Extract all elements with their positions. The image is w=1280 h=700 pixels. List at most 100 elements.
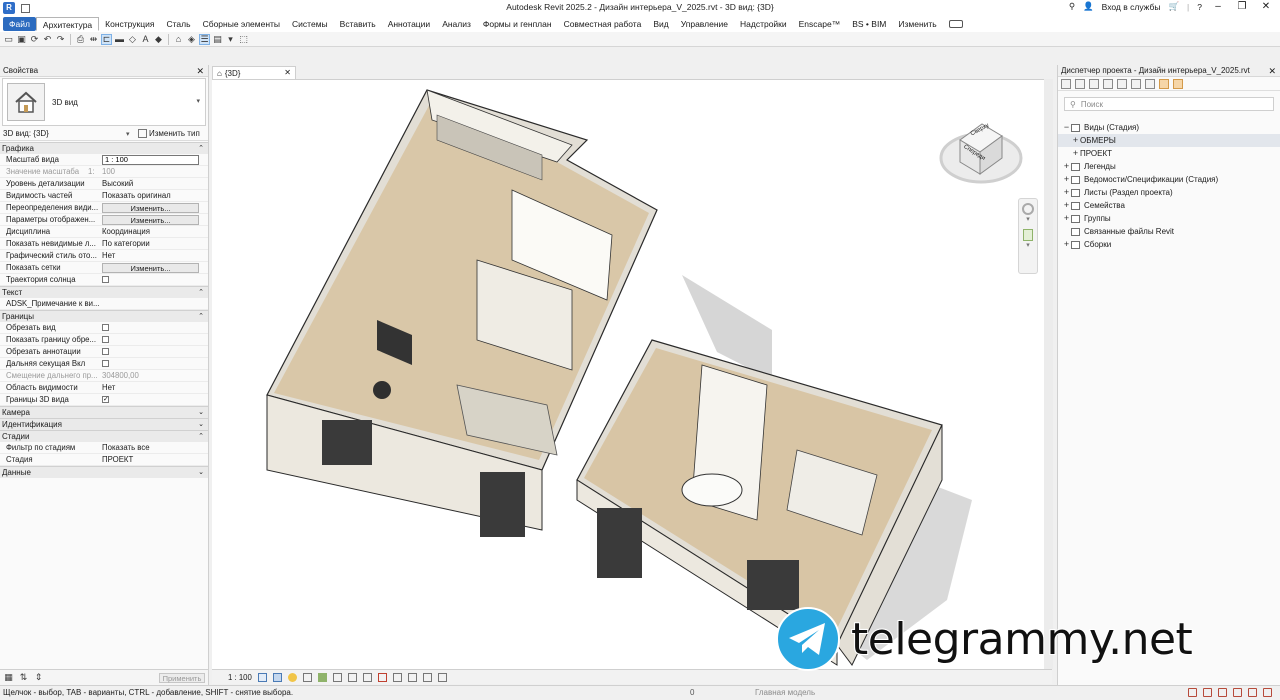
expand-toggle-icon[interactable]: + <box>1062 212 1071 225</box>
tree-node[interactable]: + Легенды <box>1058 160 1280 173</box>
help-button[interactable]: ? <box>1197 2 1202 12</box>
edit-button[interactable]: Изменить... <box>102 263 199 273</box>
ribbon-tab[interactable]: Изменить <box>892 17 942 31</box>
cart-icon[interactable]: 🛒 <box>1168 1 1179 12</box>
expand-toggle-icon[interactable]: + <box>1062 238 1071 251</box>
group-data[interactable]: Данные ⌄ <box>0 466 208 478</box>
ribbon-tab[interactable]: Вставить <box>334 17 382 31</box>
select-pinned-icon[interactable] <box>1218 688 1227 697</box>
viewcube[interactable]: Сверху Спереди <box>938 110 1024 190</box>
prop-value[interactable] <box>100 298 208 309</box>
crop-view-checkbox[interactable] <box>102 324 109 331</box>
group-extents[interactable]: Границы ⌃ <box>0 310 208 322</box>
links-icon[interactable] <box>1159 78 1169 89</box>
select-face-icon[interactable] <box>1233 688 1242 697</box>
prop-value[interactable]: Нет <box>100 250 208 261</box>
elevations-icon[interactable] <box>1131 78 1141 89</box>
undo-icon[interactable]: ↶ <box>42 34 53 45</box>
far-clip-checkbox[interactable] <box>102 360 109 367</box>
ribbon-tab[interactable]: Сталь <box>161 17 197 31</box>
sheets-icon[interactable] <box>1089 78 1099 89</box>
prop-value[interactable]: Нет <box>100 382 208 393</box>
group-text[interactable]: Текст ⌃ <box>0 286 208 298</box>
expand-toggle-icon[interactable]: + <box>1071 134 1080 147</box>
ribbon-menu-icon[interactable] <box>948 20 963 28</box>
minimize-button[interactable]: – <box>1210 1 1226 12</box>
sign-in-link[interactable]: Вход в службы <box>1102 2 1161 12</box>
section-box-icon[interactable]: ◈ <box>186 34 197 45</box>
chevron-down-icon[interactable]: ▾ <box>126 130 130 138</box>
group-graphics[interactable]: Графика ⌃ <box>0 142 208 154</box>
edit-button[interactable]: Изменить... <box>102 215 199 225</box>
filter-icon[interactable]: ▦ <box>3 672 14 683</box>
visual-style-icon[interactable] <box>272 672 282 682</box>
highlight-displacement-icon[interactable] <box>437 672 447 682</box>
edit-type-button[interactable]: Изменить тип <box>138 129 200 138</box>
expand-toggle-icon[interactable]: + <box>1062 173 1071 186</box>
maximize-button[interactable]: ❐ <box>1234 1 1250 12</box>
section-box-checkbox[interactable] <box>102 394 109 406</box>
expand-toggle-icon[interactable]: + <box>1062 186 1071 199</box>
ribbon-tab[interactable]: Сборные элементы <box>197 17 286 31</box>
ribbon-tab[interactable]: Управление <box>675 17 734 31</box>
view-tab-3d[interactable]: ⌂ {3D} ✕ <box>212 66 296 79</box>
tree-node[interactable]: + Ведомости/Спецификации (Стадия) <box>1058 173 1280 186</box>
dimension-icon[interactable]: ▬ <box>114 34 125 45</box>
chevron-down-icon[interactable]: ▾ <box>196 97 200 105</box>
drag-elements-icon[interactable] <box>1248 688 1257 697</box>
ribbon-tab[interactable]: BS • BIM <box>846 17 892 31</box>
ribbon-tab[interactable]: Системы <box>286 17 334 31</box>
families-icon[interactable] <box>1145 78 1155 89</box>
sections-icon[interactable] <box>1117 78 1127 89</box>
type-selector[interactable]: 3D вид ▾ <box>2 78 206 126</box>
ribbon-tab[interactable]: Файл <box>3 17 36 31</box>
ribbon-tab[interactable]: Enscape™ <box>793 17 847 31</box>
home-icon[interactable] <box>1061 78 1071 89</box>
active-model[interactable]: Главная модель <box>755 686 815 700</box>
revit-logo-icon[interactable]: R <box>3 2 15 14</box>
render-icon[interactable] <box>317 672 327 682</box>
tree-node[interactable]: + Листы (Раздел проекта) <box>1058 186 1280 199</box>
dropdown-icon[interactable]: ▾ <box>1019 215 1037 223</box>
view-scale[interactable]: 1 : 100 <box>228 673 252 682</box>
views-icon[interactable] <box>1075 78 1085 89</box>
thin-lines-icon[interactable]: ⊏ <box>101 33 112 45</box>
analytical-icon[interactable] <box>422 672 432 682</box>
sun-icon[interactable] <box>287 672 297 682</box>
select-icon[interactable]: ⬚ <box>238 34 249 45</box>
temporary-hide-icon[interactable] <box>377 672 387 682</box>
prop-value[interactable]: Показать оригинал <box>100 190 208 201</box>
schedules-icon[interactable] <box>1103 78 1113 89</box>
ribbon-tab[interactable]: Надстройки <box>734 17 793 31</box>
close-icon[interactable]: ✕ <box>196 66 204 77</box>
open-icon[interactable] <box>21 3 30 13</box>
expand-toggle-icon[interactable]: + <box>1062 160 1071 173</box>
sunpath-checkbox[interactable] <box>102 276 109 283</box>
crop-region-checkbox[interactable] <box>102 336 109 343</box>
ribbon-tab[interactable]: Формы и генплан <box>477 17 558 31</box>
sync-icon[interactable]: ⟳ <box>29 34 40 45</box>
select-underlay-icon[interactable] <box>1203 688 1212 697</box>
tag-icon[interactable]: ◇ <box>127 34 138 45</box>
zoom-icon[interactable] <box>1023 229 1033 241</box>
filter-icon[interactable] <box>1263 688 1272 697</box>
crop-region-icon[interactable] <box>347 672 357 682</box>
ribbon-tab[interactable]: Конструкция <box>99 17 160 31</box>
browser-search[interactable]: ⚲ Поиск <box>1064 97 1274 111</box>
binoculars-icon[interactable]: ⚲ <box>1069 1 1075 12</box>
tree-node[interactable]: + Семейства <box>1058 199 1280 212</box>
home-3d-icon[interactable]: ⌂ <box>173 34 184 45</box>
tree-node[interactable]: + Группы <box>1058 212 1280 225</box>
sort-icon[interactable]: ⇅ <box>18 672 29 683</box>
groups-icon[interactable] <box>1173 78 1183 89</box>
text-icon[interactable]: A <box>140 34 151 45</box>
redo-icon[interactable]: ↷ <box>55 34 66 45</box>
worksharing-icon[interactable] <box>407 672 417 682</box>
tree-node[interactable]: + ОБМЕРЫ <box>1058 134 1280 147</box>
tree-node[interactable]: + Сборки <box>1058 238 1280 251</box>
ribbon-tab[interactable]: Совместная работа <box>558 17 648 31</box>
select-links-icon[interactable] <box>1188 688 1197 697</box>
measure-icon[interactable]: ⇹ <box>88 34 99 45</box>
ribbon-tab[interactable]: Аннотации <box>382 17 437 31</box>
view-scrollbar[interactable] <box>1044 79 1053 669</box>
